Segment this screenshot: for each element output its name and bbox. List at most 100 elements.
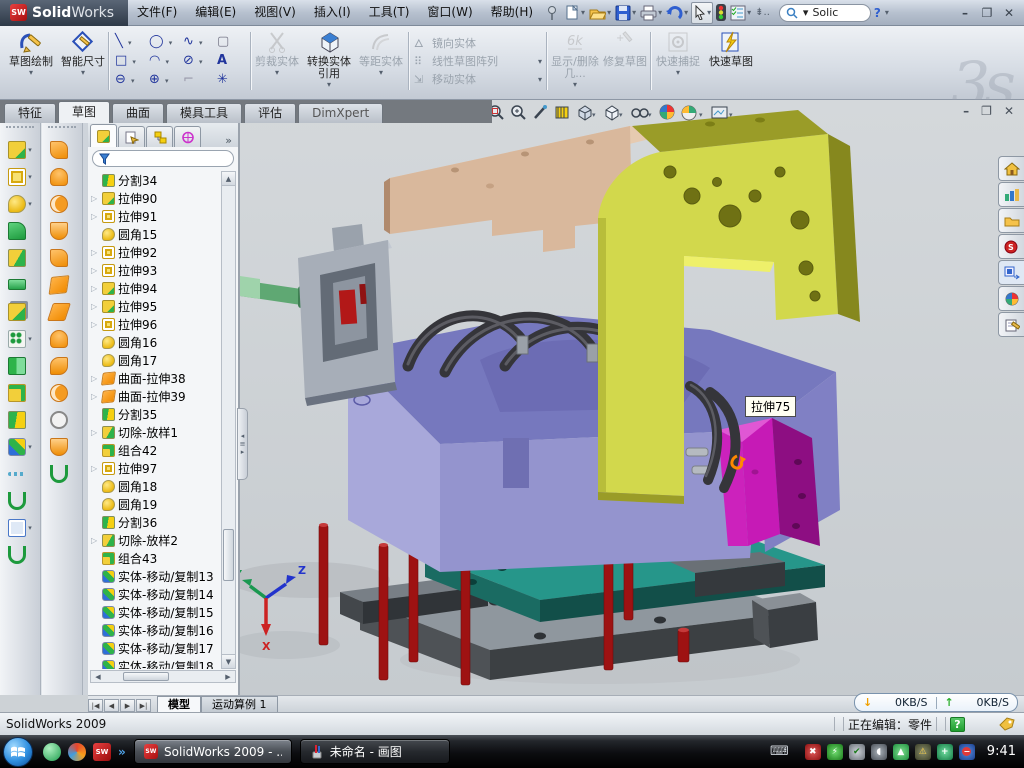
tree-item[interactable]: ▷ 拉伸91 — [88, 207, 222, 225]
more-tabs-chevron[interactable]: » — [225, 134, 232, 147]
tree-item[interactable]: ▷ 圆角18 — [88, 477, 222, 495]
print-button[interactable]: ▾ — [639, 2, 663, 24]
convert-entities-button[interactable]: 转换实体引用▾ — [302, 29, 356, 95]
toolbar-button[interactable]: ▾ — [42, 325, 82, 352]
toolbar-button[interactable]: ▾ — [42, 271, 82, 298]
dimxpert-manager-tab[interactable] — [174, 126, 201, 147]
start-button[interactable] — [3, 737, 33, 767]
toolbar-button[interactable]: ▾ — [42, 460, 82, 487]
toolbar-button[interactable]: ▾ — [0, 541, 40, 568]
tree-item[interactable]: ▷ 分割34 — [88, 171, 222, 189]
new-document-button[interactable]: ▾ — [564, 2, 586, 24]
command-tab[interactable]: 草图 — [58, 101, 110, 123]
tree-item[interactable]: ▷ 实体-移动/复制15 — [88, 603, 222, 621]
last-tab-button[interactable]: ▶| — [136, 699, 151, 712]
browser-icon[interactable] — [68, 743, 86, 761]
smart-dimension-button[interactable]: 智能尺寸▾ — [58, 29, 108, 95]
model-tab[interactable]: 模型 — [157, 696, 201, 712]
toolbar-button[interactable]: ▾ — [42, 406, 82, 433]
ellipse-tool[interactable]: ⊘ ▾ — [181, 53, 215, 68]
arc-tool[interactable]: ◠ ▾ — [147, 53, 181, 68]
close-button[interactable]: ✕ — [998, 4, 1020, 22]
menu-item[interactable]: 文件(F) — [128, 0, 186, 25]
sync-green-icon[interactable]: ▲ — [893, 744, 909, 760]
tree-item[interactable]: ▷ 分割36 — [88, 513, 222, 531]
expander-icon[interactable]: ▷ — [91, 320, 99, 329]
point-tool[interactable]: ✳ — [215, 72, 237, 87]
panel-splitter-handle[interactable]: ◂≡▸ — [237, 408, 248, 480]
command-tab[interactable]: 评估 — [244, 103, 296, 123]
search-input[interactable]: ▾Solic — [779, 4, 871, 22]
toolbar-button[interactable]: ▾ — [0, 352, 40, 379]
toolbar-button[interactable]: ▾ — [42, 163, 82, 190]
view-orientation-icon[interactable]: ▾ — [603, 104, 625, 121]
menu-item[interactable]: 视图(V) — [245, 0, 305, 25]
tree-item[interactable]: ▷ 圆角15 — [88, 225, 222, 243]
text-tool[interactable]: A — [215, 53, 237, 68]
toolbar-button[interactable]: ▾ — [42, 298, 82, 325]
select-button[interactable]: ▾ — [691, 2, 713, 24]
sketch-button[interactable]: 草图绘制▾ — [6, 29, 56, 95]
toolbar-button[interactable]: ▾ — [0, 514, 40, 541]
expander-icon[interactable]: ▷ — [91, 248, 99, 257]
status-help-icon[interactable]: ? — [950, 717, 965, 732]
task-solidworks[interactable]: SW SolidWorks 2009 - ... — [134, 739, 292, 764]
solidworks-resources-tab[interactable]: S — [998, 234, 1024, 259]
minimize-button[interactable]: – — [954, 4, 976, 22]
toolbar-button[interactable]: ▾ — [0, 460, 40, 487]
fillet-tool[interactable]: ⌐ — [181, 72, 215, 87]
tree-filter-input[interactable] — [92, 150, 234, 167]
toolbar-button[interactable]: ▾ — [42, 136, 82, 163]
expander-icon[interactable]: ▷ — [91, 536, 99, 545]
display-style-icon[interactable]: ▾ — [576, 104, 598, 121]
warning-icon[interactable]: ⚠ — [915, 744, 931, 760]
expander-icon[interactable]: ▷ — [91, 194, 99, 203]
dark-block[interactable] — [752, 593, 818, 648]
ball-stop-icon[interactable]: − — [959, 744, 975, 760]
toolbar-button[interactable]: ▾ — [0, 487, 40, 514]
toolbar-button[interactable]: ▾ — [0, 163, 40, 190]
expander-icon[interactable]: ▷ — [91, 284, 99, 293]
tree-item[interactable]: ▷ 圆角16 — [88, 333, 222, 351]
toolbar-button[interactable]: ▾ — [42, 190, 82, 217]
toolbar-button[interactable]: ▾ — [42, 244, 82, 271]
shield-green-icon[interactable]: ⚡ — [827, 744, 843, 760]
tree-item[interactable]: ▷ 实体-移动/复制18 — [88, 657, 222, 669]
command-tab[interactable]: 曲面 — [112, 103, 164, 123]
clock[interactable]: 9:41 — [987, 744, 1016, 759]
expander-icon[interactable]: ▷ — [91, 374, 99, 383]
toolbar-button[interactable]: ▾ — [0, 136, 40, 163]
tree-item[interactable]: ▷ 拉伸90 — [88, 189, 222, 207]
expander-icon[interactable]: ▷ — [91, 212, 99, 221]
toolbar-button[interactable]: ▾ — [0, 190, 40, 217]
rebuild-button[interactable] — [715, 2, 727, 24]
toolbar-button[interactable]: ▾ — [0, 271, 40, 298]
spline-tool[interactable]: ∿ ▾ — [181, 34, 215, 49]
scroll-up-button[interactable]: ▲ — [222, 172, 235, 186]
annotation-slide-icon[interactable]: ▾ — [710, 104, 736, 121]
tree-item[interactable]: ▷ 拉伸97 — [88, 459, 222, 477]
prev-tab-button[interactable]: ◀ — [104, 699, 119, 712]
section-view-icon[interactable] — [554, 104, 571, 121]
shield-plus-icon[interactable]: + — [937, 744, 953, 760]
feature-tree-tab[interactable] — [90, 124, 117, 147]
expander-icon[interactable]: ▷ — [91, 428, 99, 437]
tree-item[interactable]: ▷ 分割35 — [88, 405, 222, 423]
tree-item[interactable]: ▷ 实体-移动/复制13 — [88, 567, 222, 585]
tree-item[interactable]: ▷ 拉伸92 — [88, 243, 222, 261]
slot-tool[interactable]: ⊖ ▾ — [113, 72, 147, 87]
polygon-tool[interactable]: ⊕ ▾ — [147, 72, 181, 87]
tree-item[interactable]: ▷ 实体-移动/复制17 — [88, 639, 222, 657]
keyboard-icon[interactable]: ⌨ — [770, 744, 789, 759]
toolbar-grip[interactable] — [6, 126, 34, 134]
tree-horizontal-scrollbar[interactable]: ◀ ▶ — [90, 670, 236, 683]
tree-item[interactable]: ▷ 圆角19 — [88, 495, 222, 513]
tree-vertical-scrollbar[interactable]: ▲ ▼ — [221, 171, 236, 669]
toolbar-button[interactable]: ▾ — [0, 406, 40, 433]
doc-minimize-button[interactable]: – — [963, 104, 969, 118]
toolbar-button[interactable]: ▾ — [0, 244, 40, 271]
restore-button[interactable]: ❐ — [976, 4, 998, 22]
tree-item[interactable]: ▷ 圆角17 — [88, 351, 222, 369]
menu-item[interactable]: 插入(I) — [305, 0, 360, 25]
expander-icon[interactable]: ▷ — [91, 392, 99, 401]
